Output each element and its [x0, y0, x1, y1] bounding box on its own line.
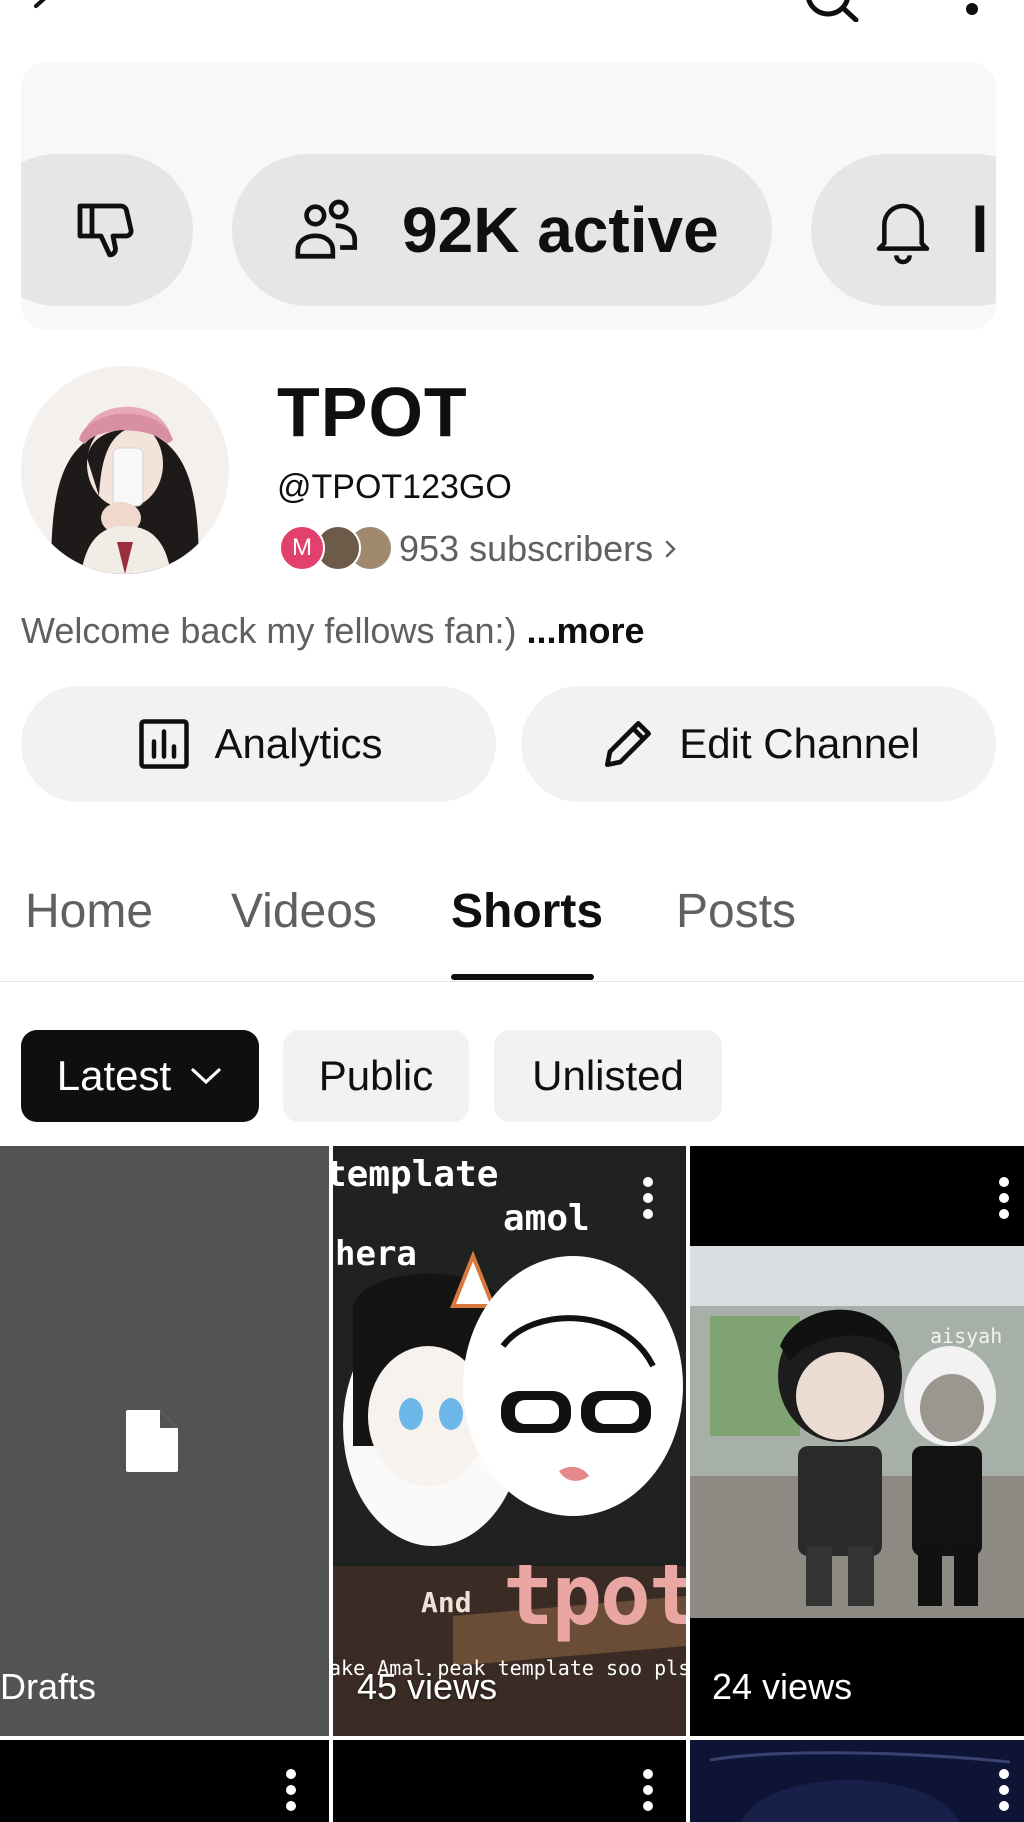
overlay-text: hera: [335, 1234, 417, 1274]
view-count: 45 views: [357, 1666, 498, 1707]
search-icon[interactable]: [800, 0, 860, 22]
more-options-icon[interactable]: [642, 1768, 654, 1812]
subscriber-avatar: M: [279, 525, 325, 571]
dislike-chip[interactable]: [21, 154, 193, 306]
more-link[interactable]: ...more: [527, 610, 645, 651]
short-thumbnail[interactable]: template amol hera And tpot ake Amal pea…: [333, 1146, 686, 1736]
overlay-text: aisyah: [930, 1324, 1003, 1348]
edit-channel-button[interactable]: Edit Channel: [521, 686, 996, 802]
filter-unlisted-chip[interactable]: Unlisted: [494, 1030, 722, 1122]
short-thumbnail-image: [690, 1740, 1024, 1822]
document-icon: [126, 1410, 178, 1472]
short-thumbnail[interactable]: [333, 1740, 686, 1822]
short-thumbnail-image: [690, 1146, 1024, 1736]
overlay-text: amol: [503, 1198, 590, 1239]
overlay-text: tpot: [503, 1546, 686, 1644]
channel-handle: @TPOT123GO: [277, 468, 512, 506]
tab-videos[interactable]: Videos: [231, 884, 377, 939]
sort-latest-label: Latest: [56, 1052, 172, 1099]
more-options-icon[interactable]: [642, 1176, 654, 1220]
drafts-label: Drafts: [0, 1666, 97, 1707]
back-arrow-icon[interactable]: [26, 0, 66, 26]
sort-latest-dropdown[interactable]: Latest: [21, 1030, 259, 1122]
tab-posts[interactable]: Posts: [676, 884, 796, 939]
active-tab-indicator: [451, 974, 594, 980]
top-bar: [0, 0, 1024, 40]
filter-public-chip[interactable]: Public: [283, 1030, 469, 1122]
subscriber-count: 953 subscribers: [399, 528, 654, 569]
active-members-chip[interactable]: 92K active: [232, 154, 772, 306]
tab-home[interactable]: Home: [25, 884, 153, 939]
channel-avatar[interactable]: [21, 366, 229, 574]
analytics-button[interactable]: Analytics: [21, 686, 496, 802]
chevron-right-icon: [665, 540, 676, 558]
avatar-illustration: [21, 366, 229, 574]
more-options-icon[interactable]: [998, 1768, 1010, 1812]
overlay-text: And: [421, 1586, 472, 1619]
overlay-text: template: [333, 1154, 499, 1195]
channel-tabs: Home Videos Shorts Posts: [0, 870, 1024, 982]
more-options-icon[interactable]: [998, 1176, 1010, 1220]
short-thumbnail[interactable]: [690, 1740, 1024, 1822]
channel-description[interactable]: Welcome back my fellows fan:) ...more: [21, 610, 645, 652]
view-count: 24 views: [712, 1666, 853, 1707]
short-thumbnail[interactable]: aisyah 24 views: [690, 1146, 1024, 1736]
drafts-tile[interactable]: Drafts: [0, 1146, 329, 1736]
description-text: Welcome back my fellows fan:): [21, 610, 517, 651]
subscriber-avatars: M: [279, 525, 393, 573]
analytics-label: Analytics: [214, 720, 383, 767]
chevron-down-icon: [191, 1068, 221, 1085]
short-thumbnail[interactable]: [0, 1740, 329, 1822]
thumbs-down-icon: [77, 203, 134, 258]
edit-channel-label: Edit Channel: [679, 720, 920, 767]
more-options-icon[interactable]: [285, 1768, 297, 1812]
people-group-icon: [295, 199, 358, 259]
channel-name: TPOT: [277, 373, 468, 451]
channel-stats-carousel: 92K active l: [21, 62, 996, 330]
more-options-icon[interactable]: [958, 0, 988, 24]
notifications-chip[interactable]: l: [811, 154, 996, 306]
analytics-icon: [139, 719, 190, 769]
notifications-label-truncated: l: [971, 194, 989, 266]
active-members-label: 92K active: [402, 194, 719, 266]
bell-icon: [876, 203, 930, 265]
tab-shorts[interactable]: Shorts: [451, 884, 603, 939]
subscribers-row[interactable]: M 953 subscribers: [279, 525, 679, 573]
pencil-icon: [605, 721, 652, 767]
